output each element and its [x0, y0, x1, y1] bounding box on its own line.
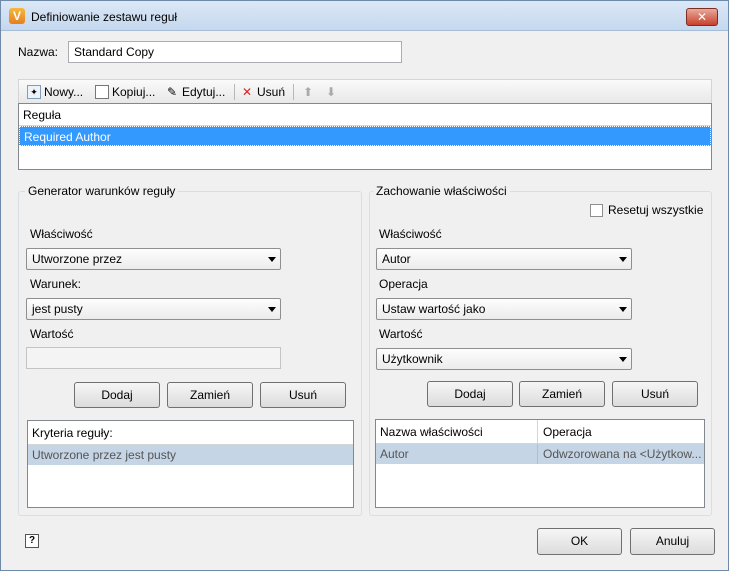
chevron-down-icon [619, 307, 627, 312]
condition-remove-button[interactable]: Usuń [260, 382, 346, 408]
chevron-down-icon [619, 357, 627, 362]
cell-property-name: Autor [376, 444, 538, 464]
condition-property-value: Utworzone przez [32, 252, 123, 266]
reset-all-checkbox[interactable] [590, 204, 603, 217]
condition-value: jest pusty [32, 302, 83, 316]
copy-button[interactable]: Kopiuj... [95, 83, 155, 101]
chevron-down-icon [268, 307, 276, 312]
toolbar-separator [234, 84, 235, 100]
move-up-button[interactable]: ⬆ [301, 83, 315, 101]
operation-label: Operacja [379, 277, 428, 291]
reset-all-label: Resetuj wszystkie [608, 203, 704, 217]
behavior-replace-button[interactable]: Zamień [519, 381, 605, 407]
criteria-item-text: Utworzone przez jest pusty [32, 448, 177, 462]
table-row[interactable]: Autor Odwzorowana na <Użytkow... [376, 444, 704, 464]
condition-value-input[interactable] [26, 347, 281, 369]
behavior-property-label: Właściwość [379, 227, 442, 241]
rule-criteria-list: Kryteria reguły: Utworzone przez jest pu… [27, 420, 354, 508]
table-header: Nazwa właściwości Operacja [376, 420, 704, 444]
edit-icon: ✎ [166, 85, 178, 99]
behavior-property-value: Autor [382, 252, 411, 266]
app-icon: V [9, 8, 25, 24]
arrow-down-icon: ⬇ [325, 85, 337, 99]
copy-icon [95, 85, 109, 99]
edit-button-label: Edytuj... [182, 85, 226, 99]
property-behavior-table: Nazwa właściwości Operacja Autor Odwzoro… [375, 419, 705, 508]
chevron-down-icon [268, 257, 276, 262]
toolbar-separator [293, 84, 294, 100]
rules-list: Reguła Required Author [18, 103, 712, 170]
condition-label: Warunek: [30, 277, 81, 291]
behavior-value-label: Wartość [379, 327, 423, 341]
arrow-up-icon: ⬆ [302, 85, 314, 99]
title-bar: V Definiowanie zestawu reguł ✕ [1, 1, 728, 31]
rules-toolbar: ✦ Nowy... Kopiuj... ✎ Edytuj... ✕ Usuń ⬆… [18, 79, 712, 103]
condition-add-button[interactable]: Dodaj [74, 382, 160, 408]
list-item[interactable]: Utworzone przez jest pusty [28, 445, 353, 465]
new-button-label: Nowy... [44, 85, 84, 99]
dialog-window: V Definiowanie zestawu reguł ✕ Nazwa: St… [0, 0, 729, 571]
list-item[interactable]: Required Author [19, 126, 711, 146]
ok-button[interactable]: OK [537, 528, 622, 555]
delete-icon: ✕ [241, 85, 253, 99]
criteria-header-label: Kryteria reguły: [32, 426, 113, 440]
close-button[interactable]: ✕ [686, 8, 718, 26]
new-icon: ✦ [27, 85, 41, 99]
condition-select[interactable]: jest pusty [26, 298, 281, 320]
edit-button[interactable]: ✎ Edytuj... [165, 83, 225, 101]
move-down-button[interactable]: ⬇ [324, 83, 338, 101]
new-button[interactable]: ✦ Nowy... [27, 83, 83, 101]
name-input[interactable]: Standard Copy [68, 41, 402, 63]
window-title: Definiowanie zestawu reguł [31, 10, 178, 24]
delete-button[interactable]: ✕ Usuń [240, 83, 285, 101]
behavior-property-select[interactable]: Autor [376, 248, 632, 270]
condition-value-label: Wartość [30, 327, 74, 341]
condition-replace-button[interactable]: Zamień [167, 382, 253, 408]
condition-property-label: Właściwość [30, 227, 93, 241]
behavior-value-value: Użytkownik [382, 352, 443, 366]
behavior-remove-button[interactable]: Usuń [612, 381, 698, 407]
delete-button-label: Usuń [257, 85, 286, 99]
cancel-button[interactable]: Anuluj [630, 528, 715, 555]
cell-operation: Odwzorowana na <Użytkow... [543, 447, 702, 461]
name-label: Nazwa: [18, 45, 59, 59]
rules-column-header[interactable]: Reguła [19, 104, 711, 126]
copy-button-label: Kopiuj... [112, 85, 156, 99]
operation-select[interactable]: Ustaw wartość jako [376, 298, 632, 320]
behavior-add-button[interactable]: Dodaj [427, 381, 513, 407]
column-header-operation[interactable]: Operacja [539, 420, 592, 444]
condition-builder-title: Generator warunków reguły [25, 184, 179, 198]
property-behavior-title: Zachowanie właściwości [373, 184, 510, 198]
behavior-value-select[interactable]: Użytkownik [376, 348, 632, 370]
help-icon[interactable]: ? [25, 534, 39, 548]
condition-property-select[interactable]: Utworzone przez [26, 248, 281, 270]
column-header-property-name[interactable]: Nazwa właściwości [376, 420, 538, 444]
criteria-header: Kryteria reguły: [28, 421, 353, 445]
operation-value: Ustaw wartość jako [382, 302, 486, 316]
chevron-down-icon [619, 257, 627, 262]
